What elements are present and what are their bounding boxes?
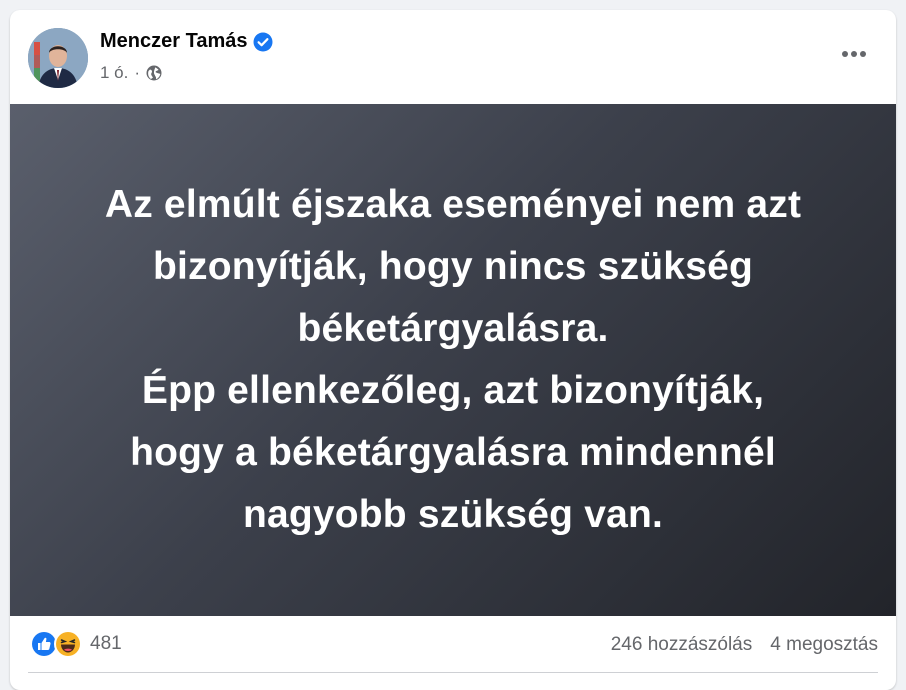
engagement-counts: 246 hozzászólás 4 megosztás: [611, 634, 878, 656]
post-image[interactable]: Az elmúlt éjszaka eseményei nem azt bizo…: [10, 104, 896, 616]
globe-icon[interactable]: [146, 65, 162, 81]
shares-count[interactable]: 4 megosztás: [770, 634, 878, 656]
more-options-icon[interactable]: [836, 40, 872, 68]
post-time[interactable]: 1 ó.: [100, 63, 128, 83]
author-avatar[interactable]: [28, 28, 88, 88]
author-name[interactable]: Menczer Tamás: [100, 30, 247, 53]
haha-reaction-icon: [54, 630, 82, 658]
reaction-count: 481: [90, 633, 122, 654]
post-header: Menczer Tamás 1 ó. ·: [10, 10, 896, 104]
reactions-summary[interactable]: 481: [30, 630, 122, 658]
post-meta: 1 ó. ·: [100, 63, 162, 83]
post-stats: 481 246 hozzászólás 4 megosztás: [10, 616, 896, 672]
verified-badge-icon: [253, 32, 273, 52]
comments-count[interactable]: 246 hozzászólás: [611, 634, 753, 656]
avatar-image: [28, 28, 88, 88]
post-image-text: Az elmúlt éjszaka eseményei nem azt bizo…: [104, 183, 802, 536]
post-card: Menczer Tamás 1 ó. · Az elmúlt éjszaka e…: [10, 10, 896, 690]
stats-divider: [28, 672, 878, 673]
author-row: Menczer Tamás: [100, 30, 273, 53]
meta-separator: ·: [134, 63, 141, 82]
